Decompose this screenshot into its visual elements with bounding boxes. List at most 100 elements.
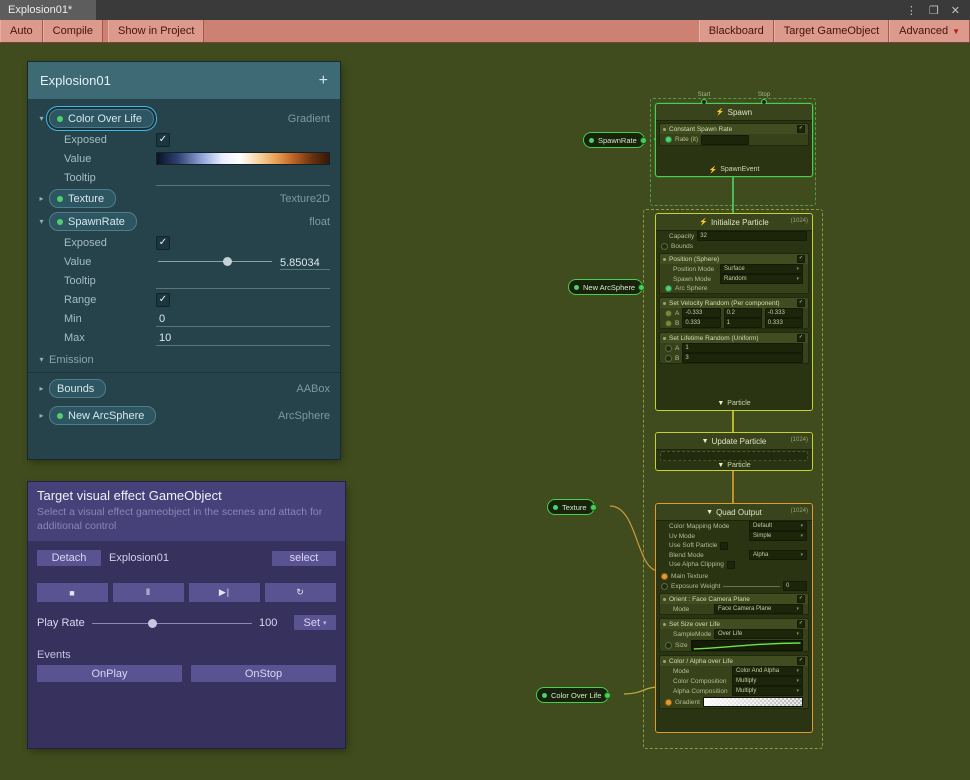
- block-collapse-dot[interactable]: [663, 623, 666, 626]
- spawn-context-node[interactable]: Start Stop ⚡ Spawn Constant Spawn Rate ✓…: [655, 103, 813, 177]
- orient-block[interactable]: Orient : Face Camera Plane ✓ Mode Face C…: [659, 593, 809, 615]
- set-size-over-life-block[interactable]: Set Size over Life ✓ SampleMode Over Lif…: [659, 618, 809, 652]
- max-input[interactable]: 10: [156, 329, 330, 346]
- initialize-node-header[interactable]: ⚡ Initialize Particle (1024): [656, 214, 812, 231]
- param-node-spawnrate[interactable]: SpawnRate: [583, 132, 645, 148]
- min-input[interactable]: 0: [156, 310, 330, 327]
- rate-value-field[interactable]: [701, 135, 749, 145]
- param-output-port[interactable]: [590, 504, 597, 511]
- param-node-color-over-life[interactable]: Color Over Life: [536, 687, 609, 703]
- value-slider[interactable]: [156, 254, 274, 269]
- property-pill-new-arcsphere[interactable]: New ArcSphere: [49, 406, 156, 425]
- chevron-down-icon[interactable]: ▾: [34, 355, 49, 364]
- gradient-value-field[interactable]: [156, 152, 330, 165]
- target-panel-header[interactable]: Target visual effect GameObject Select a…: [28, 482, 345, 541]
- add-property-button[interactable]: +: [319, 72, 328, 90]
- alpha-clipping-checkbox[interactable]: [727, 561, 735, 569]
- velocity-b-y-field[interactable]: 1: [724, 318, 762, 328]
- param-output-port[interactable]: [640, 137, 647, 144]
- rate-input-port[interactable]: [665, 136, 672, 143]
- tooltip-input[interactable]: [156, 272, 330, 289]
- blackboard-header[interactable]: Explosion01 +: [28, 62, 340, 99]
- gradient-preview-field[interactable]: [703, 697, 803, 707]
- pause-button[interactable]: Ⅱ: [113, 583, 184, 602]
- set-velocity-random-block[interactable]: Set Velocity Random (Per component) ✓ A …: [659, 297, 809, 329]
- restart-button[interactable]: ↻: [265, 583, 336, 602]
- block-enabled-checkbox[interactable]: ✓: [797, 620, 805, 628]
- arcsphere-input-port[interactable]: [665, 285, 672, 292]
- exposure-weight-port[interactable]: [661, 583, 668, 590]
- play-rate-slider[interactable]: [92, 616, 252, 630]
- spawn-mode-dropdown[interactable]: Random: [720, 274, 803, 284]
- edge-texture-to-maintexture[interactable]: [610, 506, 659, 571]
- size-curve-field[interactable]: [691, 640, 803, 651]
- chevron-right-icon[interactable]: ▸: [34, 384, 49, 393]
- show-in-project-button[interactable]: Show in Project: [108, 20, 204, 42]
- category-row-emission[interactable]: ▾ Emission: [28, 347, 340, 372]
- chevron-down-icon[interactable]: ▾: [34, 114, 49, 123]
- exposure-slider[interactable]: [723, 586, 780, 587]
- param-node-new-arcsphere[interactable]: New ArcSphere: [568, 279, 643, 295]
- play-rate-value[interactable]: 100: [259, 617, 287, 629]
- spawnevent-output-port[interactable]: ⚡ SpawnEvent: [656, 163, 812, 176]
- update-particle-output-port[interactable]: ▼ Particle: [656, 462, 812, 470]
- initialize-particle-output-port[interactable]: ▼ Particle: [656, 397, 812, 410]
- onstop-button[interactable]: OnStop: [191, 665, 336, 682]
- update-node-header[interactable]: ▼ Update Particle (1024): [656, 433, 812, 450]
- gradient-input-port[interactable]: [665, 699, 672, 706]
- position-sphere-block[interactable]: Position (Sphere) ✓ Position Mode Surfac…: [659, 253, 809, 294]
- lifetime-b-port[interactable]: [665, 355, 672, 362]
- block-enabled-checkbox[interactable]: ✓: [797, 334, 805, 342]
- block-collapse-dot[interactable]: [663, 337, 666, 340]
- tooltip-input[interactable]: [156, 169, 330, 186]
- size-input-port[interactable]: [665, 642, 672, 649]
- target-gameobject-toggle-button[interactable]: Target GameObject: [774, 20, 889, 42]
- block-collapse-dot[interactable]: [663, 128, 666, 131]
- color-alpha-over-life-block[interactable]: Color / Alpha over Life ✓ Mode Color And…: [659, 655, 809, 709]
- exposed-checkbox[interactable]: ✓: [156, 133, 170, 147]
- chevron-right-icon[interactable]: ▸: [34, 194, 49, 203]
- color-composition-dropdown[interactable]: Multiply: [732, 676, 803, 686]
- exposure-field[interactable]: 0: [783, 581, 807, 591]
- soft-particle-checkbox[interactable]: [720, 542, 728, 550]
- property-pill-texture[interactable]: Texture: [49, 189, 116, 208]
- slider-knob[interactable]: [148, 619, 157, 628]
- range-checkbox[interactable]: ✓: [156, 293, 170, 307]
- stop-button[interactable]: ■: [37, 583, 108, 602]
- blend-mode-dropdown[interactable]: Alpha: [749, 550, 807, 560]
- chevron-down-icon[interactable]: ▾: [34, 217, 49, 226]
- velocity-a-y-field[interactable]: 0.2: [724, 308, 762, 318]
- velocity-a-z-field[interactable]: -0.333: [765, 308, 803, 318]
- step-button[interactable]: ▶|: [189, 583, 260, 602]
- edge-colorlife-to-gradient[interactable]: [624, 687, 659, 694]
- lifetime-a-field[interactable]: 1: [682, 343, 803, 353]
- orient-mode-dropdown[interactable]: Face Camera Plane: [714, 604, 803, 614]
- set-lifetime-random-block[interactable]: Set Lifetime Random (Uniform) ✓ A 1 B 3: [659, 332, 809, 364]
- exposed-checkbox[interactable]: ✓: [156, 236, 170, 250]
- chevron-right-icon[interactable]: ▸: [34, 411, 49, 420]
- block-enabled-checkbox[interactable]: ✓: [797, 125, 805, 133]
- onplay-button[interactable]: OnPlay: [37, 665, 182, 682]
- lifetime-b-field[interactable]: 3: [682, 353, 803, 363]
- property-pill-bounds[interactable]: Bounds: [49, 379, 106, 398]
- initialize-context-node[interactable]: ⚡ Initialize Particle (1024) Capacity 32…: [655, 213, 813, 411]
- maximize-icon[interactable]: ❐: [929, 4, 939, 17]
- block-enabled-checkbox[interactable]: ✓: [797, 595, 805, 603]
- bounds-input-port[interactable]: [661, 243, 668, 250]
- velocity-b-port[interactable]: [665, 320, 672, 327]
- param-node-texture[interactable]: Texture: [547, 499, 595, 515]
- block-enabled-checkbox[interactable]: ✓: [797, 255, 805, 263]
- capacity-field[interactable]: 32: [697, 231, 807, 241]
- property-pill-color-over-life[interactable]: Color Over Life: [49, 109, 154, 128]
- velocity-a-port[interactable]: [665, 310, 672, 317]
- block-collapse-dot[interactable]: [663, 258, 666, 261]
- color-mode-dropdown[interactable]: Color And Alpha: [732, 666, 803, 676]
- document-tab[interactable]: Explosion01*: [0, 0, 96, 20]
- quad-output-context-node[interactable]: ▼ Quad Output (1024) Color Mapping Mode …: [655, 503, 813, 733]
- color-mapping-dropdown[interactable]: Default: [749, 521, 807, 531]
- update-context-node[interactable]: ▼ Update Particle (1024) ▼ Particle: [655, 432, 813, 471]
- output-node-header[interactable]: ▼ Quad Output (1024): [656, 504, 812, 521]
- advanced-dropdown-button[interactable]: Advanced ▼: [889, 20, 970, 42]
- spawn-node-header[interactable]: ⚡ Spawn: [656, 104, 812, 121]
- select-button[interactable]: select: [272, 551, 336, 566]
